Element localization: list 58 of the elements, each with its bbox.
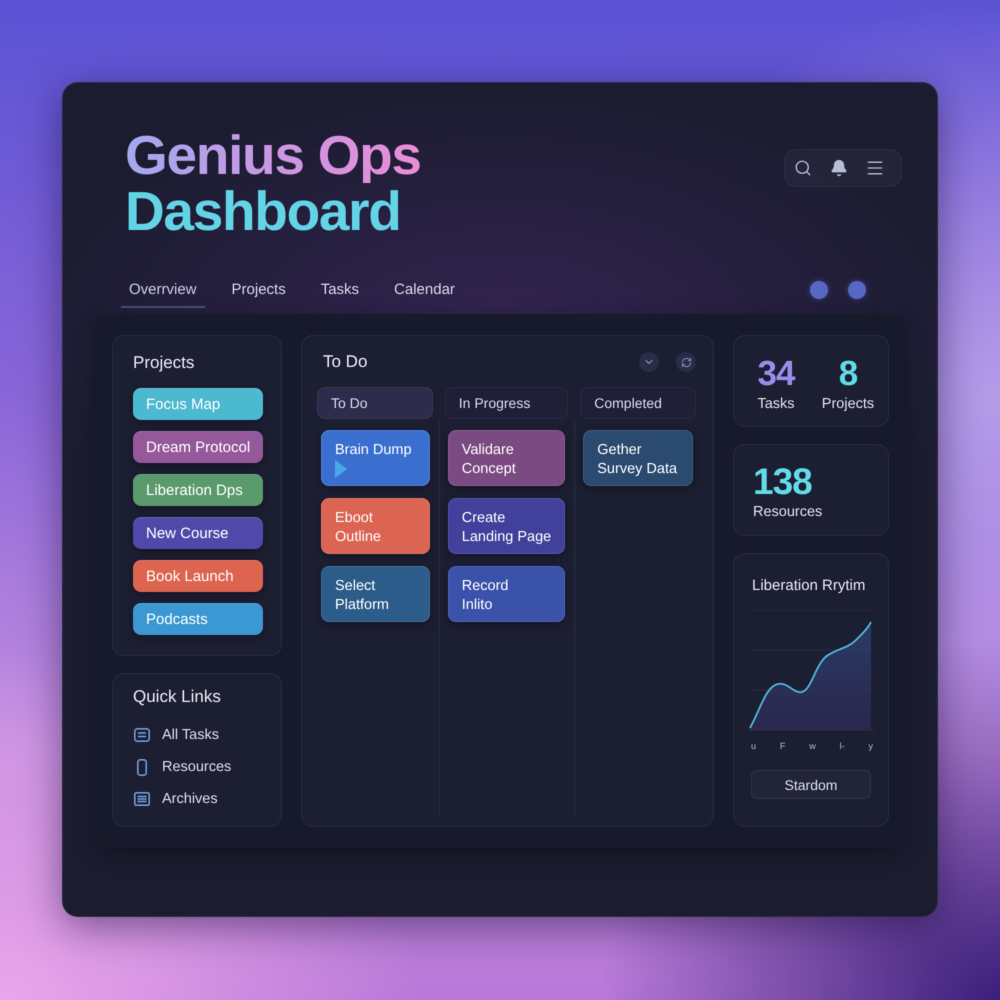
project-pill[interactable]: New Course: [133, 517, 263, 549]
dot-icon: [848, 281, 866, 299]
nav-tab[interactable]: Tasks: [312, 281, 368, 308]
stat-value: 138: [753, 463, 812, 501]
search-button[interactable]: [794, 159, 812, 177]
stat-label: Projects: [822, 395, 874, 413]
list-icon: [134, 792, 150, 806]
task-title: Gether Survey Data: [597, 441, 678, 479]
nav-tab[interactable]: Calendar: [386, 281, 463, 308]
chevron-down-icon[interactable]: [639, 352, 659, 372]
quick-link[interactable]: Resources: [133, 753, 232, 781]
task-card[interactable]: Validare Concept: [448, 430, 566, 486]
quick-link-label: Archives: [162, 791, 218, 807]
quick-link[interactable]: All Tasks: [133, 721, 219, 749]
board-title: To Do: [323, 352, 368, 372]
project-pill[interactable]: Dream Protocol: [133, 431, 263, 463]
stat-label: Resources: [753, 503, 822, 521]
axis-label: w: [809, 740, 816, 752]
task-card[interactable]: Select Platform: [321, 566, 430, 622]
stat-value: 34: [758, 355, 794, 393]
task-title: Create Landing Page: [462, 509, 552, 547]
task-title: Validare Concept: [462, 441, 517, 479]
dashboard-title: Dashboard: [125, 183, 401, 239]
task-card[interactable]: Brain Dump: [321, 430, 430, 486]
axis-label: l-: [840, 740, 845, 752]
quick-link-label: Resources: [162, 759, 232, 775]
play-icon: [335, 460, 347, 478]
task-title: Record Inlito: [462, 577, 510, 615]
card-title: Projects: [133, 353, 196, 373]
task-title: Eboot Outline: [335, 509, 382, 547]
card-title: Quick Links: [133, 687, 222, 707]
nav-tab[interactable]: Overrview: [121, 281, 205, 308]
phone-icon: [136, 758, 146, 776]
nav-tab[interactable]: Projects: [224, 281, 294, 308]
stat-value: 8: [838, 355, 858, 393]
task-card[interactable]: Record Inlito: [448, 566, 566, 622]
dot-icon: [810, 281, 828, 299]
axis-label: y: [868, 740, 873, 752]
task-card[interactable]: Eboot Outline: [321, 498, 430, 554]
quick-link[interactable]: Archives: [133, 785, 218, 813]
task-title: Brain Dump: [335, 441, 413, 460]
refresh-icon[interactable]: [676, 352, 696, 372]
column-header[interactable]: To Do: [317, 387, 433, 419]
card-icon: [134, 728, 150, 742]
task-title: Select Platform: [335, 577, 390, 615]
axis-label: F: [780, 740, 786, 752]
quick-link-label: All Tasks: [162, 727, 219, 743]
bell-icon: [830, 159, 848, 177]
stardom-button[interactable]: Stardom: [751, 770, 871, 799]
column-header[interactable]: Completed: [580, 387, 696, 419]
search-icon: [794, 159, 812, 177]
task-card[interactable]: Gether Survey Data: [583, 430, 693, 486]
column-header[interactable]: In Progress: [444, 387, 568, 419]
stat-label: Tasks: [757, 395, 795, 413]
task-card[interactable]: Create Landing Page: [448, 498, 566, 554]
bell-button[interactable]: [830, 159, 848, 177]
chart-title: Liberation Rrytim: [751, 576, 866, 596]
axis-label: u: [751, 740, 756, 752]
